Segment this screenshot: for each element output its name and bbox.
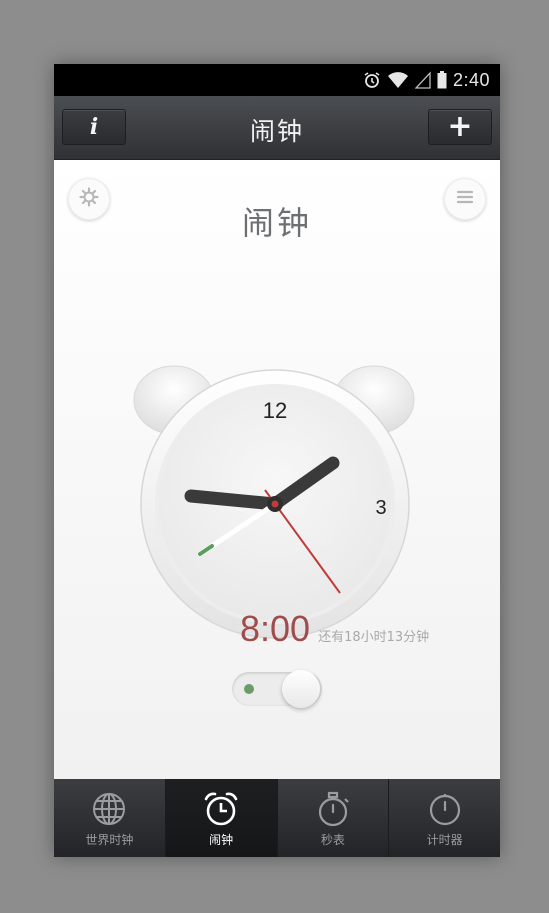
battery-icon	[437, 71, 447, 89]
alarm-time[interactable]: 8:00	[240, 608, 310, 650]
tab-label: 秒表	[320, 832, 345, 847]
list-icon	[455, 189, 475, 209]
alarm-time-row: 8:00 还有18小时13分钟	[240, 608, 429, 650]
alarm-main: 12 3 闹钟 8:00 还有18小时13分钟	[54, 160, 500, 779]
tab-label: 计时器	[426, 832, 463, 847]
toggle-indicator	[244, 684, 254, 694]
signal-icon	[414, 71, 431, 89]
timer-icon	[427, 789, 463, 829]
tab-alarm[interactable]: 闹钟	[165, 779, 278, 857]
alarm-toggle[interactable]	[232, 670, 322, 708]
status-bar: 2:40	[54, 64, 500, 96]
add-alarm-button[interactable]: +	[428, 109, 492, 145]
alarm-list-button[interactable]	[444, 178, 486, 220]
alarm-icon	[363, 71, 381, 89]
tab-label: 世界时钟	[85, 832, 134, 847]
time-remaining: 还有18小时13分钟	[318, 630, 430, 645]
toggle-knob[interactable]	[282, 670, 320, 708]
clock-number-3: 3	[375, 497, 386, 519]
bottom-tab-bar: 世界时钟 闹钟 秒表 计时器	[54, 779, 500, 857]
page-title: 闹钟	[241, 204, 312, 242]
status-time: 2:40	[452, 69, 490, 90]
wifi-icon	[387, 71, 409, 89]
plus-icon: +	[447, 109, 473, 144]
tab-stopwatch[interactable]: 秒表	[278, 779, 390, 857]
alarm-clock-icon	[202, 789, 240, 829]
phone-screen: 2:40 i 闹钟 + 12 3 闹钟 8:00 还有18小时13分钟 世界时钟…	[54, 64, 500, 857]
stopwatch-icon	[315, 789, 351, 829]
globe-icon	[91, 789, 127, 829]
tab-label: 闹钟	[209, 832, 234, 847]
top-bar: i 闹钟 +	[54, 96, 500, 160]
tab-world-clock[interactable]: 世界时钟	[54, 779, 166, 857]
minute-hand	[184, 489, 282, 511]
clock-number-12: 12	[263, 398, 287, 423]
tab-timer[interactable]: 计时器	[389, 779, 500, 857]
